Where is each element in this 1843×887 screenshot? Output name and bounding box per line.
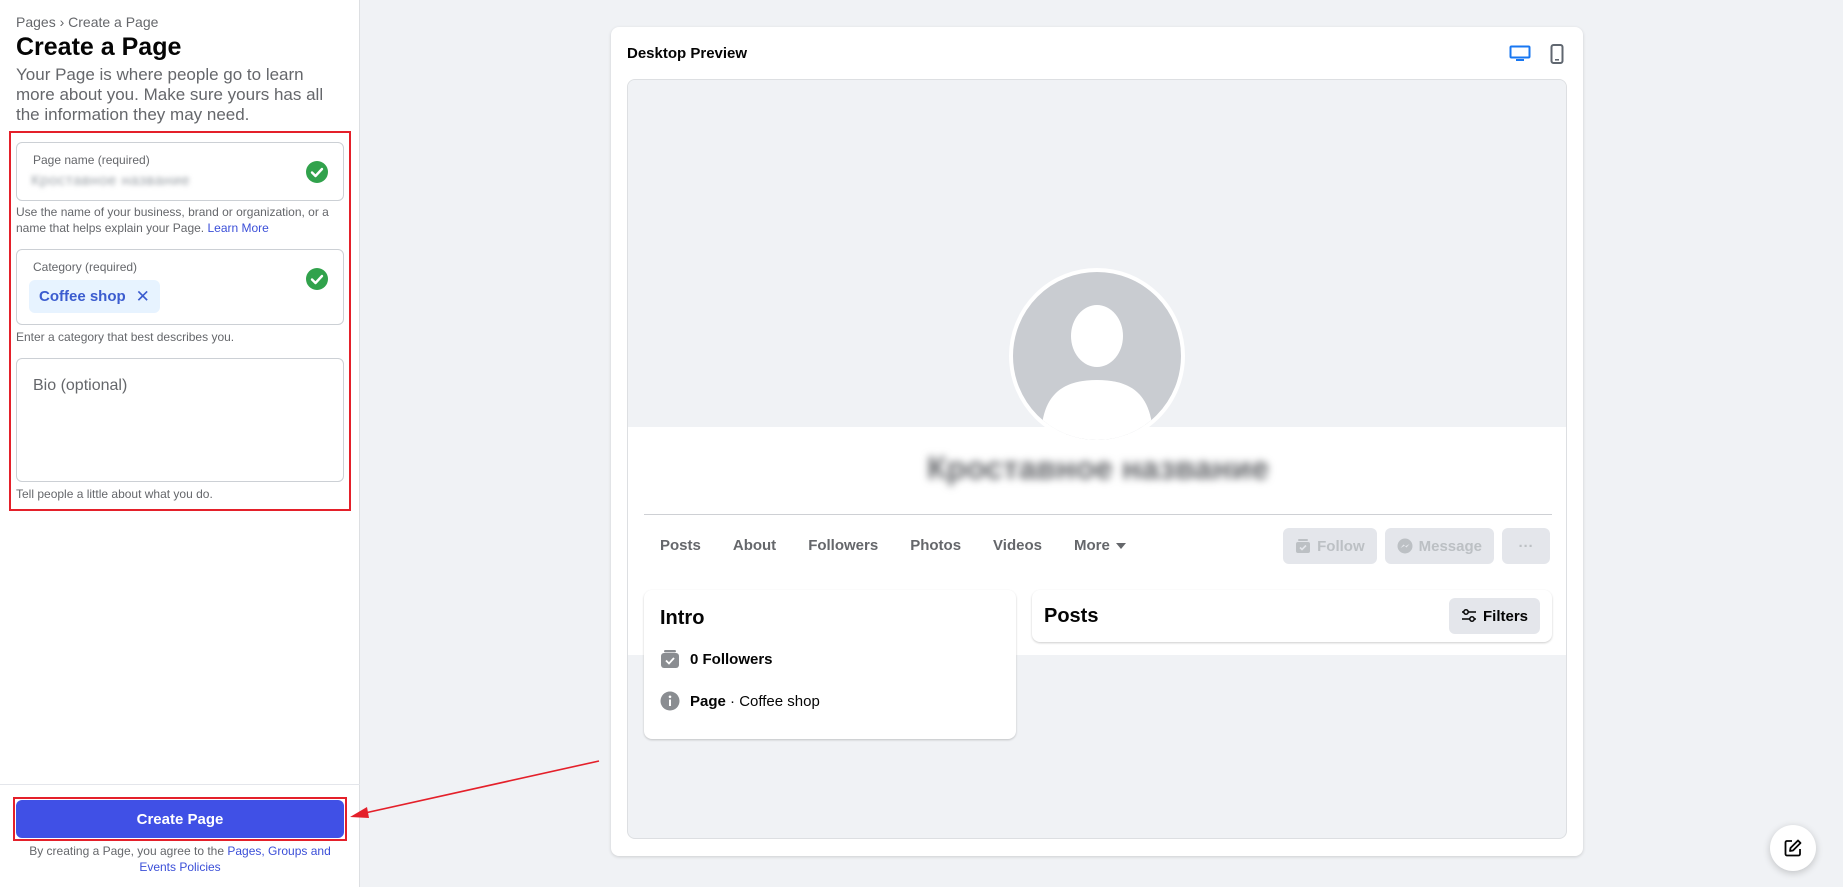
profile-picture	[1009, 268, 1185, 444]
button-highlight-box	[13, 797, 347, 841]
message-label: Message	[1418, 537, 1482, 555]
edit-icon	[1784, 839, 1802, 857]
page-type-category: · Coffee shop	[730, 692, 820, 710]
posts-title: Posts	[1044, 605, 1099, 627]
info-icon	[660, 691, 680, 711]
intro-text: Your Page is where people go to learn mo…	[16, 65, 324, 124]
form-highlight-box	[9, 131, 351, 511]
page-category-row: Page · Coffee shop	[660, 691, 820, 711]
terms-prefix: By creating a Page, you agree to the	[29, 844, 225, 858]
followers-count: 0 Followers	[690, 650, 773, 668]
person-silhouette-icon	[1041, 305, 1153, 440]
page-title: Create a Page	[16, 33, 182, 61]
breadcrumb[interactable]: Pages › Create a Page	[16, 14, 158, 30]
page-type: Page · Coffee shop	[690, 693, 820, 710]
compose-button[interactable]	[1770, 825, 1816, 871]
follow-label: Follow	[1317, 537, 1365, 555]
more-actions-button[interactable]: ···	[1502, 528, 1550, 564]
filters-label: Filters	[1482, 607, 1528, 625]
caret-down-icon	[1115, 543, 1126, 549]
preview-page-name: Кроставное название	[927, 450, 1269, 486]
tab-photos[interactable]: Photos	[894, 522, 977, 570]
terms-text: By creating a Page, you agree to the Pag…	[16, 843, 344, 875]
followers-row: 0 Followers	[660, 649, 773, 669]
follow-icon	[661, 650, 679, 668]
tab-posts[interactable]: Posts	[644, 522, 717, 570]
posts-card: Posts Filters	[1032, 590, 1552, 642]
page-tabs: Posts About Followers Photos Videos More	[644, 522, 1142, 570]
tab-about[interactable]: About	[717, 522, 792, 570]
intro-card: Intro 0 Followers Page · Coffee shop	[644, 590, 1016, 739]
tab-videos[interactable]: Videos	[977, 522, 1058, 570]
preview-title: Desktop Preview	[627, 45, 748, 62]
page-preview: Кроставное название Posts About Follower…	[627, 79, 1567, 839]
follow-button[interactable]: Follow	[1283, 528, 1377, 564]
message-button[interactable]: Message	[1384, 528, 1494, 564]
page-actions: Follow Message ···	[1283, 528, 1550, 564]
mobile-icon[interactable]	[1544, 42, 1570, 66]
tab-followers[interactable]: Followers	[792, 522, 894, 570]
intro-title: Intro	[660, 607, 705, 629]
tab-more-label: More	[1073, 537, 1110, 554]
page-type-label: Page	[690, 692, 726, 710]
messenger-icon	[1397, 538, 1413, 554]
filters-button[interactable]: Filters	[1448, 598, 1540, 634]
sliders-icon	[1461, 609, 1476, 622]
desktop-icon[interactable]	[1507, 42, 1533, 66]
tab-more[interactable]: More	[1058, 522, 1142, 570]
desktop-preview-card: Desktop Preview Кроставное название Post…	[611, 27, 1583, 856]
footer-divider	[0, 784, 360, 785]
annotation-arrow-icon	[350, 760, 600, 818]
follow-icon	[1296, 539, 1311, 553]
header-divider	[644, 514, 1552, 515]
